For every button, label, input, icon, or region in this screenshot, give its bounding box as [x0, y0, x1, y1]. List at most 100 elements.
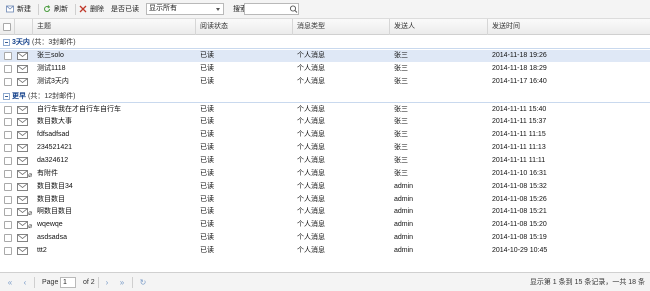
row-checkbox[interactable] [4, 169, 12, 178]
row-msg-type: 个人消息 [297, 131, 325, 139]
row-checkbox[interactable] [4, 234, 12, 243]
next-page-icon[interactable]: › [102, 277, 112, 288]
column-subject[interactable]: 主题 [32, 19, 195, 35]
mail-icon [17, 144, 28, 152]
row-subject[interactable]: 张三solo [37, 50, 64, 62]
mail-icon [17, 52, 28, 60]
first-page-icon[interactable]: « [5, 277, 15, 288]
column-send-time[interactable]: 发送时间 [487, 19, 650, 35]
row-subject[interactable]: 234521421 [37, 142, 72, 154]
row-subject[interactable]: 啊数目数目 [37, 206, 72, 218]
delete-icon [79, 5, 87, 13]
row-subject[interactable]: 数目数目 [37, 194, 65, 206]
row-checkbox[interactable] [4, 156, 12, 165]
icon-column [14, 19, 32, 35]
mail-row[interactable]: 测试3天内 已读 个人消息 张三 2014-11-17 16:40 [0, 76, 650, 88]
mail-row[interactable]: ttt2 已读 个人消息 admin 2014-10-29 10:45 [0, 245, 650, 257]
read-filter-label: 是否已读 [111, 6, 139, 13]
row-send-time: 2014-11-08 15:32 [492, 182, 547, 190]
mail-row[interactable]: fdfsadfsad 已读 个人消息 张三 2014-11-11 11:15 [0, 129, 650, 141]
row-msg-type: 个人消息 [297, 144, 325, 152]
row-msg-type: 个人消息 [297, 64, 325, 72]
row-subject[interactable]: 自行车我在才自行车自行车 [37, 104, 121, 116]
row-checkbox[interactable] [4, 144, 12, 153]
mail-icon [17, 169, 28, 178]
row-sender: 张三 [394, 52, 408, 59]
column-read-status[interactable]: 阅读状态 [195, 19, 292, 35]
select-all-checkbox[interactable] [3, 23, 11, 31]
row-subject[interactable]: 数目数大事 [37, 116, 72, 128]
delete-button[interactable]: 删除 [87, 3, 107, 16]
refresh-button[interactable]: 刷新 [51, 3, 71, 16]
row-sender: admin [394, 182, 414, 190]
mail-icon [17, 118, 28, 127]
mail-icon [17, 105, 28, 114]
mail-row[interactable]: ⌀ 有附件 已读 个人消息 张三 2014-11-10 16:31 [0, 168, 650, 180]
toolbar-divider [38, 4, 39, 15]
mail-row[interactable]: 数目数目34 已读 个人消息 admin 2014-11-08 15:32 [0, 181, 650, 193]
row-sender: 张三 [394, 64, 408, 72]
row-subject[interactable]: asdsadsa [37, 232, 67, 244]
row-checkbox[interactable] [4, 52, 12, 60]
row-checkbox[interactable] [4, 182, 12, 191]
row-checkbox[interactable] [4, 77, 12, 86]
row-checkbox[interactable] [4, 118, 12, 127]
row-send-time: 2014-11-18 18:29 [492, 64, 547, 72]
mail-row[interactable]: 234521421 已读 个人消息 张三 2014-11-11 11:13 [0, 142, 650, 154]
row-msg-type: 个人消息 [297, 118, 325, 126]
row-msg-type: 个人消息 [297, 105, 325, 113]
collapse-icon[interactable] [3, 39, 10, 46]
grid-header: 主题 阅读状态 消息类型 发送人 发送时间 [0, 19, 650, 35]
row-send-time: 2014-11-08 15:19 [492, 234, 547, 242]
group-name: 3天内 [12, 39, 30, 46]
mail-row[interactable]: 张三solo 已读 个人消息 张三 2014-11-18 19:26 [0, 50, 650, 62]
mail-row[interactable]: asdsadsa 已读 个人消息 admin 2014-11-08 15:19 [0, 232, 650, 244]
row-checkbox[interactable] [4, 221, 12, 230]
reload-icon[interactable]: ↻ [138, 277, 148, 288]
row-sender: 张三 [394, 105, 408, 113]
row-checkbox[interactable] [4, 195, 12, 204]
group-header[interactable]: 3天内 (共：3封邮件) [0, 36, 650, 49]
row-checkbox[interactable] [4, 131, 12, 140]
mail-icon [17, 131, 28, 140]
column-msg-type[interactable]: 消息类型 [292, 19, 389, 35]
row-sender: admin [394, 221, 414, 229]
group-name: 更早 [12, 92, 26, 100]
row-sender: 张三 [394, 118, 408, 126]
column-sender[interactable]: 发送人 [389, 19, 487, 35]
row-subject[interactable]: fdfsadfsad [37, 129, 69, 141]
mail-row[interactable]: ⌀ wqewqe 已读 个人消息 admin 2014-11-08 15:20 [0, 219, 650, 231]
mail-row[interactable]: 数目数目 已读 个人消息 admin 2014-11-08 15:26 [0, 194, 650, 206]
row-read-status: 已读 [200, 105, 214, 113]
select-all-column[interactable] [0, 19, 14, 35]
chevron-down-icon [216, 8, 220, 11]
pagination-bar: « ‹ Page 1 of 2 › » ↻ 显示第 1 条到 15 条记录，一共… [0, 272, 650, 291]
row-subject[interactable]: 有附件 [37, 168, 58, 180]
prev-page-icon[interactable]: ‹ [20, 277, 30, 288]
mail-row[interactable]: ⌀ 啊数目数目 已读 个人消息 admin 2014-11-08 15:21 [0, 206, 650, 218]
group-count: (共：12封邮件) [28, 92, 76, 100]
row-subject[interactable]: ttt2 [37, 245, 47, 257]
row-checkbox[interactable] [4, 246, 12, 255]
search-icon[interactable] [288, 3, 299, 15]
row-checkbox[interactable] [4, 64, 12, 73]
row-subject[interactable]: 数目数目34 [37, 181, 73, 193]
row-checkbox[interactable] [4, 208, 12, 217]
collapse-icon[interactable] [3, 92, 10, 100]
mail-row[interactable]: 自行车我在才自行车自行车 已读 个人消息 张三 2014-11-11 15:40 [0, 104, 650, 116]
row-subject[interactable]: 测试3天内 [37, 76, 69, 88]
last-page-icon[interactable]: » [117, 277, 127, 288]
row-send-time: 2014-11-10 16:31 [492, 169, 547, 177]
row-checkbox[interactable] [4, 105, 12, 114]
row-subject[interactable]: wqewqe [37, 219, 63, 231]
row-subject[interactable]: 测试1118 [37, 63, 66, 75]
page-number-input[interactable]: 1 [60, 277, 76, 288]
read-filter-select[interactable]: 显示所有 [146, 3, 224, 15]
mail-row[interactable]: da324612 已读 个人消息 张三 2014-11-11 11:11 [0, 155, 650, 167]
row-subject[interactable]: da324612 [37, 155, 68, 167]
new-button[interactable]: 新建 [14, 3, 34, 16]
mail-row[interactable]: 数目数大事 已读 个人消息 张三 2014-11-11 15:37 [0, 116, 650, 128]
mail-row[interactable]: 测试1118 已读 个人消息 张三 2014-11-18 18:29 [0, 63, 650, 75]
row-read-status: 已读 [200, 221, 214, 229]
group-header[interactable]: 更早 (共：12封邮件) [0, 90, 650, 103]
